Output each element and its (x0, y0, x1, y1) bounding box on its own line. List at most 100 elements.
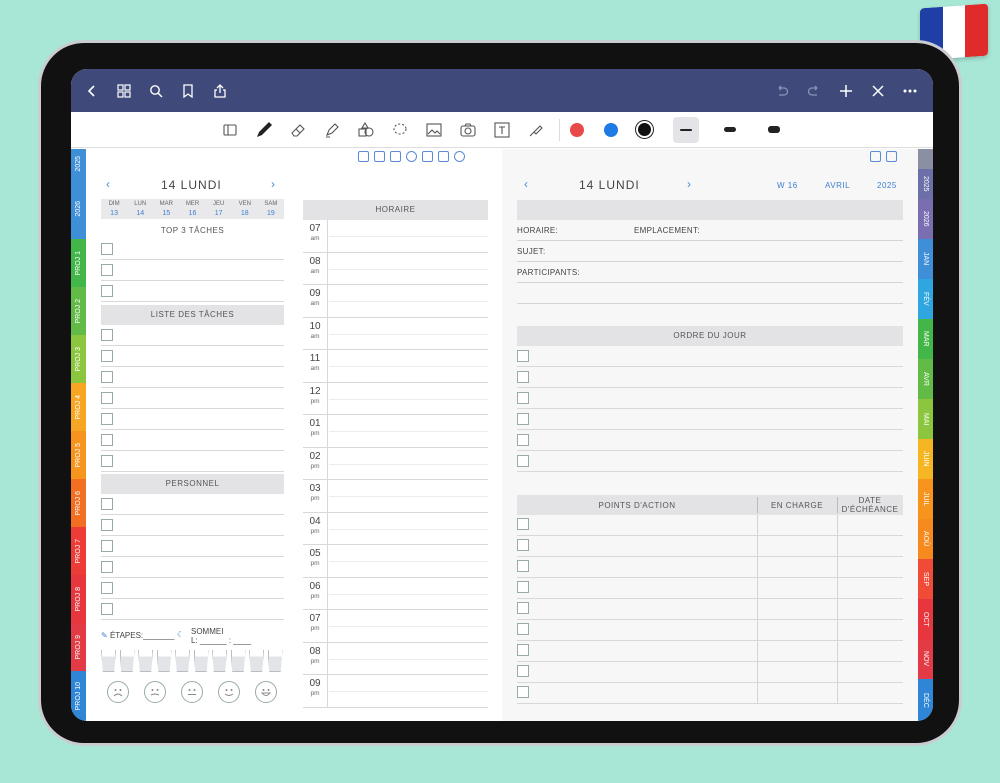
tab-cover[interactable] (918, 149, 933, 169)
action-row[interactable] (517, 536, 903, 557)
tab-proj-10[interactable]: PROJ 10 (71, 671, 86, 721)
action-owner-cell[interactable] (757, 641, 758, 662)
next-day-icon[interactable]: › (687, 177, 691, 191)
week-day-jeu[interactable]: JEU 17 (206, 199, 232, 219)
plus-icon[interactable] (831, 76, 861, 106)
tab-proj-7[interactable]: PROJ 7 (71, 527, 86, 575)
action-row[interactable] (517, 515, 903, 536)
water-glass-icon[interactable] (212, 650, 227, 672)
action-row-checkbox[interactable] (517, 686, 529, 698)
tab-proj-1[interactable]: PROJ 1 (71, 239, 86, 287)
more-icon[interactable] (895, 76, 925, 106)
hour-slot[interactable]: 05 pm (303, 545, 488, 578)
task-row[interactable] (101, 430, 284, 451)
prev-day-icon[interactable]: ‹ (524, 177, 528, 191)
task-row-checkbox[interactable] (101, 349, 113, 362)
personal-row[interactable] (101, 599, 284, 620)
action-owner-cell[interactable] (757, 683, 758, 704)
hour-slot[interactable]: 09 am (303, 285, 488, 318)
action-owner-cell[interactable] (757, 515, 758, 536)
top3-row-checkbox[interactable] (101, 242, 113, 255)
water-glass-icon[interactable] (230, 650, 246, 672)
tab-proj-6[interactable]: PROJ 6 (71, 479, 86, 527)
tab-avr[interactable]: AVR (918, 359, 933, 399)
tab-sep[interactable]: SEP (918, 559, 933, 599)
top3-row[interactable] (101, 281, 284, 302)
very-happy-face-icon[interactable] (255, 681, 277, 703)
action-row-checkbox[interactable] (517, 581, 529, 593)
tab-proj-5[interactable]: PROJ 5 (71, 431, 86, 479)
eraser-icon[interactable] (285, 117, 311, 143)
hour-slot[interactable]: 07 am (303, 220, 488, 253)
task-row-checkbox[interactable] (101, 328, 113, 341)
search-icon[interactable] (141, 76, 171, 106)
hour-slot[interactable]: 10 am (303, 317, 488, 350)
task-row[interactable] (101, 325, 284, 346)
personal-row[interactable] (101, 494, 284, 515)
task-row[interactable] (101, 346, 284, 367)
action-row-checkbox[interactable] (517, 665, 529, 677)
layout-icon[interactable] (870, 151, 881, 162)
week-day-ven[interactable]: VEN 18 (232, 199, 258, 219)
tab-proj-9[interactable]: PROJ 9 (71, 623, 86, 671)
action-due-cell[interactable] (837, 662, 838, 683)
action-row-checkbox[interactable] (517, 602, 529, 614)
hour-slot[interactable]: 03 pm (303, 480, 488, 513)
pen-icon[interactable] (251, 117, 277, 143)
action-owner-cell[interactable] (757, 557, 758, 578)
very-sad-face-icon[interactable] (107, 681, 129, 703)
agenda-row-checkbox[interactable] (517, 391, 529, 404)
thin-line-tool[interactable] (673, 116, 699, 143)
tab-jan[interactable]: JAN (918, 239, 933, 279)
action-due-cell[interactable] (837, 536, 838, 557)
hour-slot[interactable]: 11 am (303, 350, 488, 383)
tab-2026[interactable]: 2026 (918, 199, 933, 239)
undo-icon[interactable] (767, 76, 797, 106)
personal-row-checkbox[interactable] (101, 581, 113, 594)
task-row-checkbox[interactable] (101, 412, 113, 425)
tab-oct[interactable]: OCT (918, 599, 933, 639)
action-row[interactable] (517, 557, 903, 578)
action-due-cell[interactable] (837, 557, 838, 578)
hour-slot[interactable]: 08 pm (303, 642, 488, 675)
week-day-sam[interactable]: SAM 19 (258, 199, 284, 219)
agenda-row[interactable] (517, 451, 903, 472)
action-owner-cell[interactable] (757, 599, 758, 620)
target-icon[interactable] (406, 151, 417, 162)
action-row[interactable] (517, 641, 903, 662)
action-due-cell[interactable] (837, 641, 838, 662)
agenda-row-checkbox[interactable] (517, 412, 529, 425)
readmode-icon[interactable] (217, 117, 243, 143)
action-row-checkbox[interactable] (517, 539, 529, 551)
shapes-icon[interactable] (353, 117, 379, 143)
tab-proj-2[interactable]: PROJ 2 (71, 287, 86, 335)
action-row[interactable] (517, 599, 903, 620)
hour-slot[interactable]: 07 pm (303, 610, 488, 643)
personal-row-checkbox[interactable] (101, 497, 113, 510)
month-link[interactable]: AVRIL (825, 181, 850, 190)
pie-icon[interactable] (454, 151, 465, 162)
sad-face-icon[interactable] (144, 681, 166, 703)
personal-row[interactable] (101, 557, 284, 578)
personal-row-checkbox[interactable] (101, 539, 113, 552)
agenda-row-checkbox[interactable] (517, 349, 529, 362)
action-row-checkbox[interactable] (517, 644, 529, 656)
grid-icon[interactable] (109, 76, 139, 106)
redo-icon[interactable] (799, 76, 829, 106)
home-icon[interactable] (358, 151, 369, 162)
thick-line-tool[interactable] (761, 117, 787, 143)
tab-2025[interactable]: 2025 (918, 169, 933, 199)
neutral-face-icon[interactable] (181, 681, 203, 703)
water-glass-icon[interactable] (249, 650, 264, 672)
task-row[interactable] (101, 367, 284, 388)
action-owner-cell[interactable] (757, 536, 758, 557)
tab-nov[interactable]: NOV (918, 639, 933, 679)
action-owner-cell[interactable] (757, 620, 758, 641)
action-row-checkbox[interactable] (517, 518, 529, 530)
task-row-checkbox[interactable] (101, 433, 113, 446)
subject-row[interactable]: SUJET: (517, 241, 903, 262)
hour-slot[interactable]: 06 pm (303, 577, 488, 610)
personal-row[interactable] (101, 515, 284, 536)
personal-row-checkbox[interactable] (101, 560, 113, 573)
tab-mai[interactable]: MAI (918, 399, 933, 439)
